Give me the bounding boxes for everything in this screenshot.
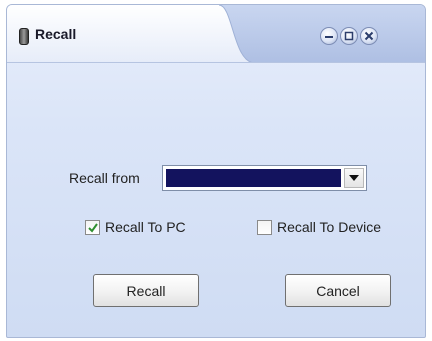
recall-to-device-option[interactable]: Recall To Device bbox=[257, 219, 417, 239]
recall-to-pc-label: Recall To PC bbox=[105, 219, 186, 235]
recall-to-device-label: Recall To Device bbox=[277, 219, 382, 235]
recall-from-label: Recall from bbox=[69, 170, 140, 186]
recall-from-selected-value bbox=[166, 169, 341, 187]
recall-to-device-checkbox[interactable] bbox=[257, 220, 272, 235]
minimize-button[interactable] bbox=[320, 27, 338, 45]
cancel-button[interactable]: Cancel bbox=[285, 274, 391, 307]
close-icon bbox=[364, 31, 374, 41]
app-icon bbox=[19, 28, 29, 45]
chevron-down-icon bbox=[349, 175, 359, 181]
window-title: Recall bbox=[35, 26, 77, 42]
checkmark-icon bbox=[88, 223, 98, 233]
title-bar[interactable]: Recall bbox=[7, 5, 425, 63]
minimize-icon bbox=[325, 36, 333, 38]
recall-to-pc-checkbox[interactable] bbox=[85, 220, 100, 235]
recall-button[interactable]: Recall bbox=[93, 274, 199, 307]
maximize-button[interactable] bbox=[340, 27, 358, 45]
recall-window: Recall Recall from Recall To PC Recall T… bbox=[6, 4, 426, 338]
maximize-icon bbox=[344, 31, 354, 41]
recall-from-dropdown[interactable] bbox=[162, 165, 367, 191]
recall-to-pc-option[interactable]: Recall To PC bbox=[85, 219, 225, 239]
close-button[interactable] bbox=[360, 27, 378, 45]
dropdown-arrow-button[interactable] bbox=[344, 168, 364, 188]
